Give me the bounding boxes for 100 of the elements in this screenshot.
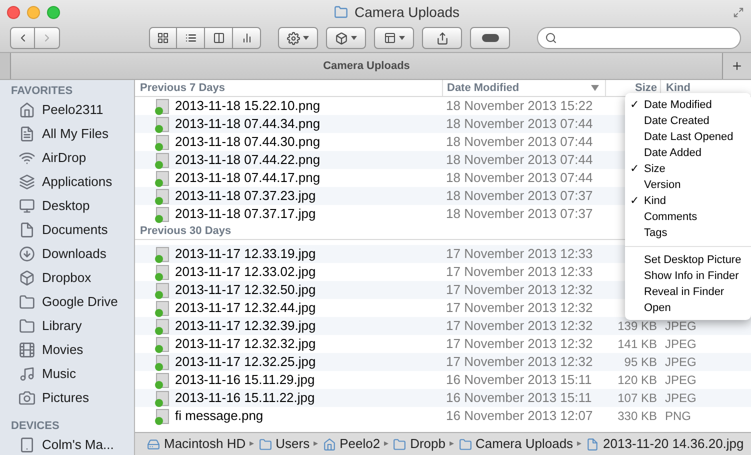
file-row[interactable]: 2013-11-17 12.32.39.jpg 17 November 2013 12:32 139 KB JPEG: [135, 317, 751, 335]
kind-cell: JPEG: [665, 391, 696, 405]
path-item[interactable]: 2013-11-20 14.36.20.jpg: [586, 434, 744, 454]
synced-image-file-icon: [156, 170, 169, 186]
new-tab-button[interactable]: [723, 53, 751, 79]
action-menu-button[interactable]: [278, 27, 318, 49]
forward-button[interactable]: [35, 27, 60, 49]
kind-cell: PNG: [665, 409, 692, 423]
file-name: 2013-11-17 12.32.39.jpg: [175, 317, 316, 336]
date-cell-text: 17 November 2013 12:32: [445, 281, 594, 300]
dropbox-menu-button[interactable]: [326, 27, 366, 49]
sidebar-item[interactable]: Movies: [0, 338, 134, 362]
path-item[interactable]: Camera Uploads: [458, 434, 574, 454]
sidebar-item[interactable]: AirDrop: [0, 146, 134, 170]
date-cell-text: 17 November 2013 12:32: [445, 335, 594, 354]
sidebar-item[interactable]: Google Drive: [0, 290, 134, 314]
size-cell: 95 KB: [624, 355, 657, 369]
kind-cell: JPEG: [665, 337, 696, 351]
music-note-icon: [19, 366, 35, 382]
window-title: Camera Uploads: [354, 2, 460, 22]
folder-icon: [19, 318, 35, 334]
synced-image-file-icon: [156, 354, 169, 370]
file-row[interactable]: 2013-11-17 12.32.25.jpg 17 November 2013 12:32 95 KB JPEG: [135, 353, 751, 371]
menu-item[interactable]: ✓ Date Modified: [625, 97, 751, 113]
menu-item[interactable]: Tags: [625, 225, 751, 241]
sidebar-item[interactable]: Documents: [0, 218, 134, 242]
back-button[interactable]: [10, 27, 35, 49]
path-separator: ▸: [250, 437, 255, 450]
date-cell-text: 17 November 2013 12:32: [445, 299, 594, 318]
date-cell-text: 18 November 2013 07:44: [445, 169, 594, 188]
file-name: 2013-11-16 15.11.22.jpg: [175, 389, 315, 408]
size-cell: 107 KB: [618, 391, 657, 405]
menu-item[interactable]: Reveal in Finder: [625, 284, 751, 300]
path-item[interactable]: Dropb: [393, 434, 446, 454]
download-icon: [19, 246, 35, 262]
sidebar-item[interactable]: All My Files: [0, 122, 134, 146]
share-icon: [436, 32, 448, 44]
sidebar-item[interactable]: Pictures: [0, 386, 134, 410]
column-header[interactable]: Date Modified: [442, 80, 605, 96]
menu-item[interactable]: Comments: [625, 209, 751, 225]
date-cell-text: 18 November 2013 07:44: [445, 115, 594, 134]
file-name: 2013-11-17 12.32.50.jpg: [175, 281, 316, 300]
file-name: 2013-11-17 12.33.02.jpg: [175, 263, 316, 282]
view-mode-button[interactable]: [177, 27, 205, 49]
close-button[interactable]: [7, 6, 20, 18]
view-mode-button[interactable]: [149, 27, 177, 49]
view-mode-button[interactable]: [233, 27, 261, 49]
file-name: 2013-11-18 07.44.22.png: [175, 151, 320, 170]
sidebar-item[interactable]: Music: [0, 362, 134, 386]
synced-image-file-icon: [156, 116, 169, 132]
caret-icon: [351, 36, 357, 40]
group-title: Previous 7 Days: [139, 80, 226, 96]
size-cell: 330 KB: [618, 409, 657, 423]
camera-icon: [19, 390, 35, 406]
synced-image-file-icon: [156, 134, 169, 150]
sidebar-item[interactable]: Downloads: [0, 242, 134, 266]
fullscreen-icon[interactable]: [733, 6, 744, 18]
file-name: 2013-11-17 12.32.32.jpg: [175, 335, 316, 354]
date-cell-text: 18 November 2013 07:44: [445, 151, 594, 170]
file-icon: [586, 438, 600, 450]
menu-item[interactable]: Open: [625, 300, 751, 316]
date-cell-text: 17 November 2013 12:33: [445, 263, 594, 282]
tab[interactable]: Camera Uploads: [10, 53, 723, 79]
sidebar-item[interactable]: Dropbox: [0, 266, 134, 290]
synced-image-file-icon: [156, 336, 169, 352]
sidebar-item[interactable]: Peelo2311: [0, 98, 134, 122]
date-cell-text: 16 November 2013 15:11: [445, 371, 593, 390]
caret-icon: [303, 36, 309, 40]
date-cell-text: 18 November 2013 07:44: [445, 133, 594, 152]
path-item[interactable]: Peelo2: [322, 434, 380, 454]
size-cell: 139 KB: [618, 319, 657, 333]
share-button[interactable]: [422, 27, 462, 49]
box-icon: [335, 32, 348, 44]
search-icon: [545, 32, 557, 44]
sidebar-item[interactable]: Colm's Ma...: [0, 433, 134, 455]
tags-button[interactable]: [470, 27, 510, 49]
synced-image-file-icon: [156, 300, 169, 316]
menu-item[interactable]: Date Created: [625, 113, 751, 129]
synced-image-file-icon: [156, 98, 169, 114]
path-item[interactable]: Macintosh HD: [147, 434, 246, 454]
box-icon: [19, 270, 35, 286]
date-cell-text: 16 November 2013 15:11: [445, 389, 593, 408]
file-row[interactable]: 2013-11-16 15.11.22.jpg 16 November 2013 15:11 107 KB JPEG: [135, 389, 751, 407]
plus-icon: [731, 60, 743, 72]
sidebar-item[interactable]: Desktop: [0, 194, 134, 218]
search-field[interactable]: [537, 27, 741, 49]
menu-item[interactable]: Show Info in Finder: [625, 268, 751, 284]
sidebar-section-title: DEVICES: [10, 419, 60, 433]
sidebar-item[interactable]: Library: [0, 314, 134, 338]
path-item[interactable]: Users: [258, 434, 310, 454]
document-icon: [19, 222, 35, 238]
synced-image-file-icon: [156, 390, 169, 406]
view-mode-button[interactable]: [205, 27, 233, 49]
date-cell-text: 17 November 2013 12:32: [445, 353, 594, 372]
film-icon: [19, 342, 35, 358]
date-cell-text: 16 November 2013 12:07: [445, 407, 594, 426]
arrange-menu-button[interactable]: [374, 27, 414, 49]
sidebar-item[interactable]: Applications: [0, 170, 134, 194]
file-name: 2013-11-18 07.37.17.jpg: [175, 205, 316, 224]
arrange-icon: [384, 32, 396, 44]
